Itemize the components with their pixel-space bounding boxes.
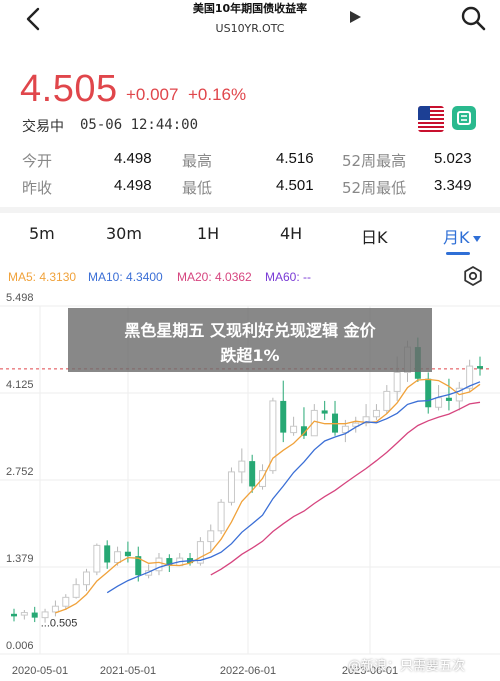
candle-body-up: [207, 530, 215, 543]
ma20-label: MA20: 4.0362: [177, 270, 252, 284]
candle-body-up: [290, 425, 298, 434]
candle-body-down: [249, 461, 256, 487]
candle-body-up: [62, 596, 70, 607]
price-change-percent: +0.16%: [188, 85, 247, 104]
stat-value-high: 4.516: [276, 150, 314, 167]
x-tick-label: 2022-06-01: [220, 665, 276, 677]
chevron-down-icon: [472, 235, 481, 242]
candle-body-down: [280, 400, 287, 433]
candle-body-up: [435, 397, 443, 408]
candle-body-up: [227, 471, 235, 503]
exchange-icon[interactable]: [452, 106, 476, 130]
stat-value-52w-low: 3.349: [434, 177, 472, 194]
ma5-label: MA5: 4.3130: [8, 270, 77, 284]
candle-body-down: [425, 378, 432, 408]
candle-body-up: [269, 400, 277, 472]
tab-1h[interactable]: 1H: [197, 224, 219, 243]
y-tick-label: 4.125: [6, 379, 34, 391]
current-price: 4.505: [20, 68, 118, 110]
ma10-label: MA10: 4.3400: [88, 270, 163, 284]
candle-body-up: [20, 612, 28, 616]
y-tick-label: 0.006: [6, 640, 34, 652]
candle-body-up: [51, 605, 59, 613]
x-tick-label: 2021-05-01: [100, 665, 156, 677]
tab-daily[interactable]: 日K: [361, 224, 388, 248]
search-icon[interactable]: [460, 5, 486, 31]
y-tick-label: 5.498: [6, 292, 34, 304]
watermark: @新浪：只需要五次: [348, 659, 466, 674]
ma60-label: MA60: --: [265, 270, 312, 284]
ma5-line: [55, 378, 481, 614]
tab-4h[interactable]: 4H: [280, 224, 302, 243]
interval-tabs: 5m 30m 1H 4H 日K 月K: [0, 224, 500, 248]
play-icon[interactable]: [348, 10, 362, 24]
page-title: 美国10年期国债收益率: [192, 2, 308, 15]
settings-icon[interactable]: [463, 266, 483, 286]
candle-body-up: [114, 551, 122, 564]
trading-status: 交易中: [22, 119, 64, 135]
candle-body-down: [321, 410, 328, 414]
candle-body-down: [104, 545, 111, 563]
news-overlay: 黑色星期五 又现利好兑现逻辑 金价 跌超1%: [68, 308, 432, 372]
tab-5m[interactable]: 5m: [29, 224, 55, 243]
candle-body-up: [217, 501, 225, 532]
stat-value-open: 4.498: [114, 150, 152, 167]
overlay-line-2: 跌超1%: [220, 346, 280, 365]
candle-body-down: [445, 397, 452, 401]
tab-monthly[interactable]: 月K: [443, 224, 481, 248]
candle-body-up: [393, 371, 401, 392]
x-tick-label: 2020-05-01: [12, 665, 68, 677]
candle-body-down: [477, 366, 483, 369]
candle-body-up: [82, 571, 90, 586]
section-divider: [0, 207, 500, 213]
candle-body-up: [93, 544, 101, 573]
candle-body-up: [383, 390, 391, 411]
overlay-line-1: 黑色星期五 又现利好兑现逻辑 金价: [124, 321, 376, 340]
quote-timestamp: 05-06 12:44:00: [80, 117, 199, 133]
top-bar: 美国10年期国债收益率 US10YR.OTC: [0, 0, 500, 44]
min-value-annotation: ...0.505: [41, 617, 78, 629]
symbol-code: US10YR.OTC: [215, 22, 285, 35]
stat-label-high: 最高: [182, 152, 213, 170]
stat-label-52w-high: 52周最高: [342, 152, 407, 170]
tab-30m[interactable]: 30m: [106, 224, 142, 243]
y-tick-label: 1.379: [6, 553, 34, 565]
stat-label-open: 今开: [22, 152, 53, 170]
candle-body-down: [31, 612, 38, 618]
us-flag-icon: [418, 106, 444, 132]
stat-value-52w-high: 5.023: [434, 150, 472, 167]
candle-body-up: [238, 460, 246, 473]
stat-value-prev-close: 4.498: [114, 177, 152, 194]
stat-value-low: 4.501: [276, 177, 314, 194]
candle-body-down: [124, 551, 131, 557]
candle-body-down: [11, 613, 17, 617]
ma10-line: [106, 381, 481, 594]
tab-monthly-label: 月K: [443, 228, 470, 247]
active-tab-indicator: [446, 252, 470, 255]
candle-body-up: [372, 409, 380, 418]
stat-label-52w-low: 52周最低: [342, 179, 407, 197]
stat-label-low: 最低: [182, 179, 213, 197]
stat-label-prev-close: 昨收: [22, 179, 53, 197]
y-tick-label: 2.752: [6, 466, 34, 478]
price-change: +0.007: [126, 85, 179, 104]
candle-body-up: [72, 584, 80, 598]
